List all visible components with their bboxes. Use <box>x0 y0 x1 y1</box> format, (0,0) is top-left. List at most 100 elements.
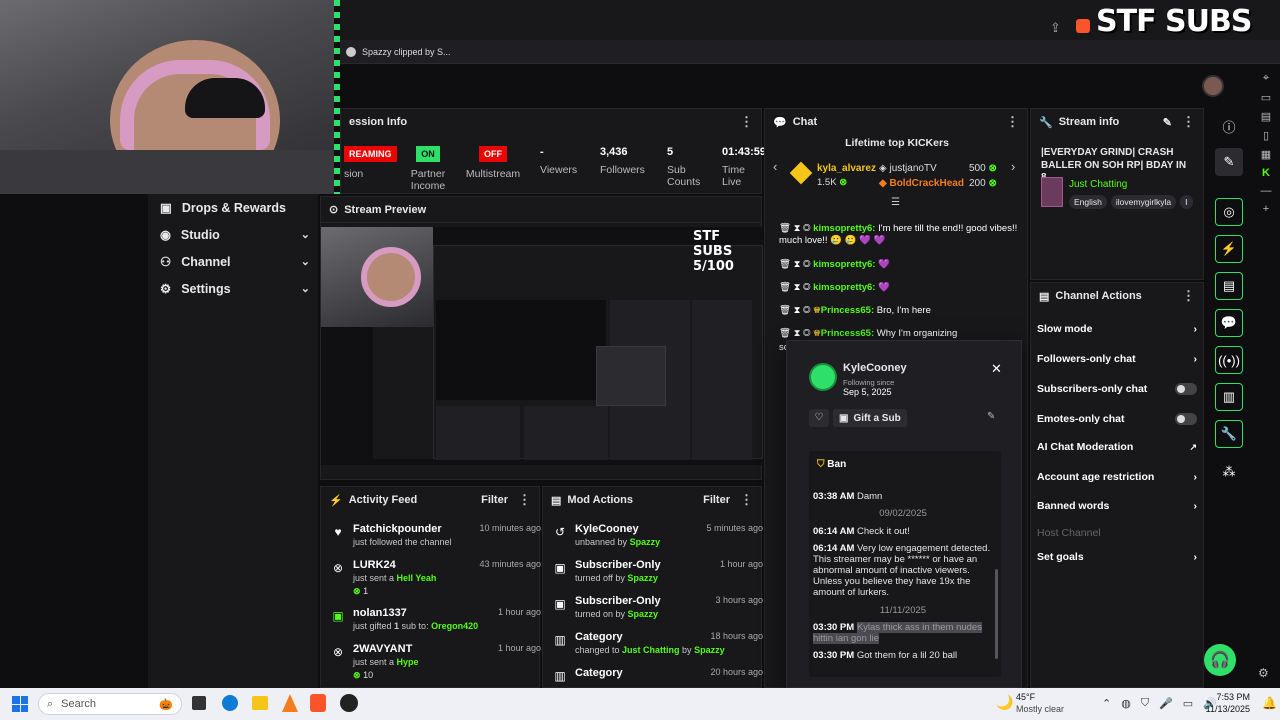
mod-target[interactable]: KyleCooney <box>575 523 639 535</box>
tag[interactable]: English <box>1069 195 1107 209</box>
notification-bell-icon[interactable]: 🔔 <box>1262 696 1277 710</box>
chat-username[interactable]: kimsopretty6: <box>813 259 875 270</box>
wrench-icon[interactable]: 🔧 <box>1215 420 1243 448</box>
weather-temp[interactable]: 45°F <box>1016 692 1035 702</box>
follow-heart-button[interactable]: ♡ <box>809 409 829 427</box>
feed-name[interactable]: 2WAVYANT <box>353 643 412 655</box>
file-explorer-icon[interactable] <box>252 696 268 710</box>
document-icon[interactable]: ▯ <box>1263 129 1269 142</box>
more-icon[interactable]: ⋮ <box>1182 288 1195 304</box>
feed-name[interactable]: LURK24 <box>353 559 396 571</box>
clock-time[interactable]: 7:53 PM <box>1210 692 1250 702</box>
mod-target[interactable]: Subscriber-Only <box>575 595 661 607</box>
chat-username[interactable]: Princess65: <box>821 305 874 316</box>
brave-shield-icon[interactable] <box>1076 19 1090 33</box>
action-label: Followers-only chat <box>1037 353 1136 365</box>
taskbar-search[interactable]: ⌕ Search 🎃 <box>38 693 182 715</box>
broadcast-icon[interactable]: ((•)) <box>1215 346 1243 374</box>
slow-mode-item[interactable]: Slow mode › <box>1037 323 1197 335</box>
mod-target[interactable]: Category <box>575 667 623 679</box>
chat-username[interactable]: Princess65: <box>821 328 874 339</box>
network-icon[interactable]: ◍ <box>1121 697 1131 710</box>
chat-username[interactable]: kimsopretty6: <box>813 223 875 234</box>
emotes-only-toggle[interactable] <box>1175 413 1197 425</box>
chevron-right-icon[interactable]: › <box>1011 159 1015 174</box>
close-icon[interactable]: ✕ <box>991 361 1002 377</box>
kick-icon[interactable]: K <box>1262 167 1270 179</box>
chevron-up-icon[interactable]: ⌃ <box>1102 697 1111 710</box>
screen-icon[interactable]: ▭ <box>1261 91 1271 104</box>
layers-icon[interactable]: ▥ <box>1215 383 1243 411</box>
apps-icon[interactable]: ⁂ <box>1215 458 1243 486</box>
sidebar-item-settings[interactable]: ⚙ Settings ⌄ <box>160 281 310 297</box>
banned-words-item[interactable]: Banned words › <box>1037 500 1197 512</box>
edit-icon[interactable]: ✎ <box>1163 116 1172 129</box>
sidebar-item-drops-rewards[interactable]: ▣ Drops & Rewards <box>160 200 310 216</box>
history-message: 06:14 AM Very low engagement detected. T… <box>813 543 991 598</box>
top-kicker-name[interactable]: ◆ BoldCrackHead <box>879 178 964 189</box>
top-kicker-name[interactable]: kyla_alvarez <box>817 163 876 174</box>
browser-tab[interactable]: Spazzy clipped by S... <box>346 44 466 60</box>
bolt-icon[interactable]: ⚡ <box>1215 235 1243 263</box>
followers-only-item[interactable]: Followers-only chat › <box>1037 353 1197 365</box>
share-icon[interactable]: ⇪ <box>1050 20 1061 36</box>
sidebar-item-channel[interactable]: ⚇ Channel ⌄ <box>160 254 310 270</box>
sidebar-item-label: Drops & Rewards <box>181 200 287 215</box>
settings-gear-icon[interactable]: ⚙ <box>1258 666 1269 680</box>
user-card-username[interactable]: KyleCooney <box>843 362 907 374</box>
tag[interactable]: I <box>1180 195 1193 209</box>
top-kicker-name[interactable]: ◈ justjanoTV <box>879 163 937 174</box>
more-icon[interactable]: ⋮ <box>518 492 531 508</box>
dash-icon[interactable]: — <box>1261 185 1272 197</box>
ai-moderation-item[interactable]: AI Chat Moderation ↗ <box>1037 441 1197 453</box>
set-goals-item[interactable]: Set goals › <box>1037 551 1197 563</box>
windows-start-icon[interactable] <box>12 696 28 712</box>
feed-name[interactable]: nolan1337 <box>353 607 407 619</box>
calendar-icon[interactable]: ▤ <box>1261 110 1271 123</box>
scrollbar[interactable] <box>995 569 998 659</box>
task-view-icon[interactable] <box>192 696 206 710</box>
account-age-item[interactable]: Account age restriction › <box>1037 471 1197 483</box>
chat-icon[interactable]: 💬 <box>1215 309 1243 337</box>
sidebar-item-studio[interactable]: ◉ Studio ⌄ <box>160 227 310 243</box>
clock-date[interactable]: 11/13/2025 <box>1196 704 1250 714</box>
stat-label: Viewers <box>540 164 578 176</box>
feed-name[interactable]: Fatchickpounder <box>353 523 442 535</box>
app-icon[interactable] <box>282 694 298 712</box>
plus-icon[interactable]: + <box>1263 203 1269 215</box>
subscribers-only-item[interactable]: Subscribers-only chat <box>1037 383 1197 395</box>
collapse-icon[interactable]: ☰ <box>891 197 900 208</box>
chevron-left-icon[interactable]: ‹ <box>773 159 777 174</box>
document-icon[interactable]: ▤ <box>1215 272 1243 300</box>
microphone-icon[interactable]: 🎤 <box>1159 697 1173 710</box>
chat-username[interactable]: kimsopretty6: <box>813 282 875 293</box>
mute-icon[interactable]: ✎ <box>987 411 995 422</box>
display-icon[interactable]: ▭ <box>1183 697 1193 710</box>
book-icon[interactable]: ▦ <box>1261 148 1271 161</box>
edge-icon[interactable] <box>222 695 238 711</box>
more-icon[interactable]: ⋮ <box>740 114 753 130</box>
info-icon[interactable]: ⓘ <box>1215 112 1243 140</box>
brave-icon[interactable] <box>310 694 326 712</box>
webcam-beanie <box>185 78 265 118</box>
record-icon[interactable]: ◎ <box>1215 198 1243 226</box>
obs-icon[interactable] <box>340 694 358 712</box>
pin-icon[interactable]: ⌖ <box>1263 72 1269 85</box>
subscribers-only-toggle[interactable] <box>1175 383 1197 395</box>
support-headset-icon[interactable]: 🎧 <box>1204 644 1236 676</box>
tag[interactable]: ilovemygirlkyla <box>1110 195 1177 209</box>
gift-sub-button[interactable]: ▣ Gift a Sub <box>833 409 907 427</box>
avatar[interactable] <box>1202 75 1224 97</box>
more-icon[interactable]: ⋮ <box>1182 114 1195 130</box>
emotes-only-item[interactable]: Emotes-only chat <box>1037 413 1197 425</box>
more-icon[interactable]: ⋮ <box>1006 114 1019 130</box>
more-icon[interactable]: ⋮ <box>740 492 753 508</box>
mod-target[interactable]: Subscriber-Only <box>575 559 661 571</box>
category-link[interactable]: Just Chatting <box>1069 179 1127 190</box>
stream-preview-video[interactable]: STF SUBS 5/100 <box>321 227 763 465</box>
filter-button[interactable]: Filter <box>481 494 508 506</box>
filter-button[interactable]: Filter <box>703 494 730 506</box>
edit-icon[interactable]: ✎ <box>1215 148 1243 176</box>
shield-tray-icon[interactable]: ⛉ <box>1141 697 1149 710</box>
mod-target[interactable]: Category <box>575 631 623 643</box>
